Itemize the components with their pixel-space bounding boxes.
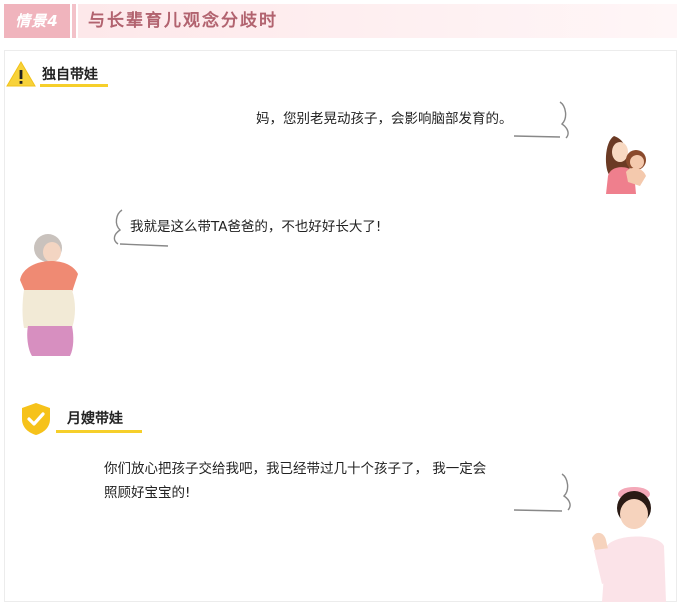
speech-text-grandma: 我就是这么带TA爸爸的，不也好好长大了! — [130, 219, 382, 235]
content-panel — [4, 50, 677, 602]
speech-text-mother: 妈，您别老晃动孩子，会影响脑部发育的。 — [256, 111, 513, 127]
speech-bracket-mother — [513, 101, 569, 139]
nanny-illustration — [592, 487, 666, 602]
scenario-title: 与长辈育儿观念分歧时 — [88, 11, 278, 31]
mother-baby-illustration — [605, 136, 646, 194]
scenario-tag: 情景4 — [4, 4, 70, 38]
section-label-solo: 独自带娃 — [42, 67, 98, 83]
grandma-illustration — [20, 234, 78, 356]
title-bar: 与长辈育儿观念分歧时 — [78, 4, 677, 38]
section-underline-solo — [40, 84, 108, 87]
speech-text-nanny-line2: 照顾好宝宝的! — [104, 485, 191, 501]
speech-bracket-nanny — [513, 473, 571, 512]
tag-divider — [72, 4, 76, 38]
section-underline-nanny — [56, 430, 142, 433]
section-label-nanny: 月嫂带娃 — [67, 411, 123, 427]
warning-icon — [6, 61, 36, 87]
shield-check-icon — [22, 403, 50, 435]
speech-text-nanny-line1: 你们放心把孩子交给我吧，我已经带过几十个孩子了， 我一定会 — [104, 461, 487, 477]
scenario-header: 情景4 与长辈育儿观念分歧时 — [0, 0, 681, 42]
